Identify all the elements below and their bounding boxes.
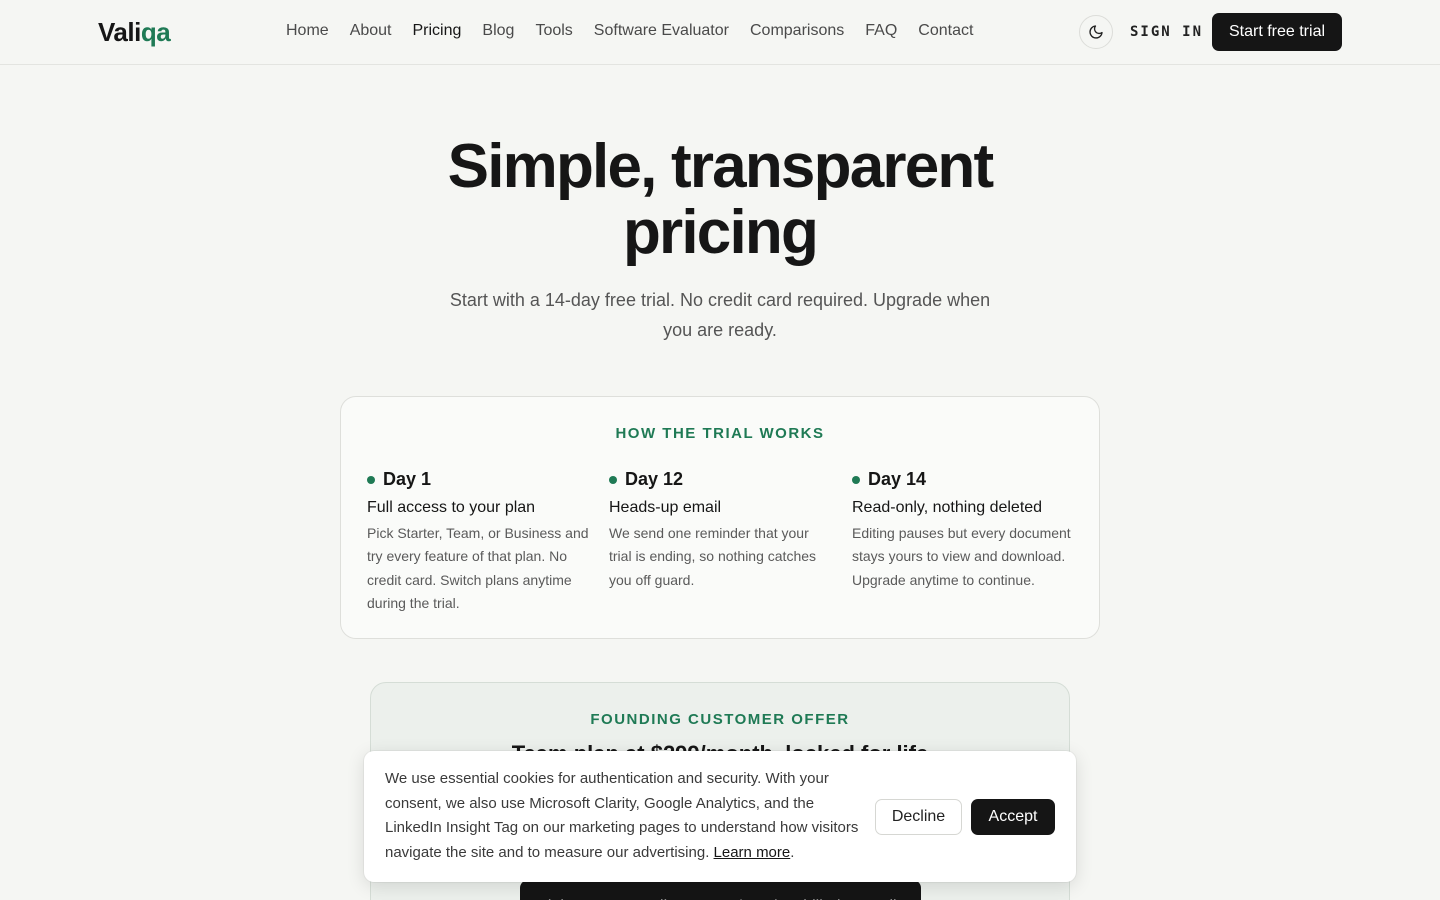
- step-day: Day 14: [868, 469, 927, 489]
- sign-in-link[interactable]: SIGN IN: [1130, 24, 1203, 40]
- nav-home[interactable]: Home: [286, 22, 329, 40]
- nav-contact[interactable]: Contact: [918, 22, 973, 40]
- page-title: Simple, transparent pricing: [447, 132, 994, 267]
- trial-step-day-1: Day 1 Full access to your plan Pick Star…: [367, 469, 589, 615]
- nav-pricing[interactable]: Pricing: [413, 22, 462, 40]
- claim-founding-spot-button[interactable]: Claim Your Founding Spot - $299/mo bille…: [520, 880, 921, 900]
- logo-text-primary: Vali: [98, 17, 141, 47]
- step-heading: Day 1: [367, 469, 589, 490]
- learn-more-link[interactable]: Learn more: [714, 844, 791, 861]
- step-title: Read-only, nothing deleted: [852, 499, 1043, 516]
- bullet-dot-icon: [852, 475, 860, 484]
- nav-tools[interactable]: Tools: [535, 22, 572, 40]
- logo-text-accent: qa: [140, 17, 171, 47]
- step-title: Heads-up email: [609, 499, 722, 516]
- step-description: Editing pauses but every document stays …: [852, 525, 1071, 588]
- trial-explainer-card: HOW THE TRIAL WORKS Day 1 Full access to…: [340, 396, 1100, 639]
- page-subtitle: Start with a 14-day free trial. No credi…: [449, 290, 991, 340]
- bullet-dot-icon: [367, 475, 375, 484]
- logo[interactable]: Valiqa: [98, 17, 171, 48]
- start-free-trial-button[interactable]: Start free trial: [1212, 13, 1342, 51]
- step-day: Day 12: [625, 469, 684, 489]
- trial-step-day-12: Day 12 Heads-up email We send one remind…: [609, 469, 831, 592]
- step-description: We send one reminder that your trial is …: [609, 525, 817, 588]
- bullet-dot-icon: [609, 475, 617, 484]
- trial-step-day-14: Day 14 Read-only, nothing deleted Editin…: [852, 469, 1074, 592]
- trial-eyebrow: HOW THE TRIAL WORKS: [615, 425, 825, 442]
- cookie-banner: We use essential cookies for authenticat…: [364, 751, 1076, 882]
- nav-software-evaluator[interactable]: Software Evaluator: [594, 22, 729, 40]
- step-heading: Day 14: [852, 469, 1074, 490]
- cookie-period: .: [790, 843, 795, 861]
- nav-about[interactable]: About: [350, 22, 392, 40]
- nav-faq[interactable]: FAQ: [865, 22, 897, 40]
- decline-cookies-button[interactable]: Decline: [875, 799, 962, 835]
- theme-toggle-button[interactable]: [1079, 15, 1113, 49]
- step-day: Day 1: [383, 469, 432, 489]
- nav-comparisons[interactable]: Comparisons: [750, 22, 844, 40]
- moon-icon: [1089, 25, 1103, 39]
- cookie-message: We use essential cookies for authenticat…: [385, 767, 860, 865]
- step-description: Pick Starter, Team, or Business and try …: [367, 525, 589, 611]
- accept-cookies-button[interactable]: Accept: [971, 799, 1055, 835]
- step-title: Full access to your plan: [367, 499, 536, 516]
- offer-eyebrow: FOUNDING CUSTOMER OFFER: [590, 711, 850, 728]
- main-nav: Home About Pricing Blog Tools Software E…: [286, 22, 973, 40]
- site-header: Valiqa Home About Pricing Blog Tools Sof…: [0, 0, 1440, 65]
- nav-blog[interactable]: Blog: [482, 22, 514, 40]
- step-heading: Day 12: [609, 469, 831, 490]
